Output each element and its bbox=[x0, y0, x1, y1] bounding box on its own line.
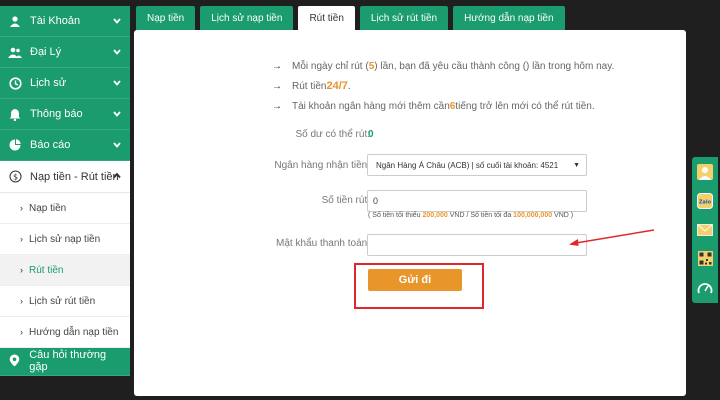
tab-bar: Nạp tiền Lịch sử nạp tiền Rút tiền Lịch … bbox=[136, 6, 570, 30]
chevron-down-icon bbox=[113, 49, 121, 55]
chevron-down-icon bbox=[113, 111, 121, 117]
sidebar-item-label: Câu hỏi thường gặp bbox=[29, 348, 107, 373]
sidebar: Tài Khoản Đại Lý Lịch sử Thông báo Báo c… bbox=[0, 6, 130, 376]
user-icon bbox=[8, 14, 22, 28]
notice-item: → Rút tiền 24/7. bbox=[272, 80, 351, 92]
bank-label: Ngân hàng nhận tiền: bbox=[274, 160, 370, 171]
submenu-item-deposit-guide[interactable]: › Hướng dẫn nạp tiền bbox=[0, 317, 130, 348]
chevron-right-icon: › bbox=[20, 234, 23, 244]
submenu-item-label: Lịch sử nạp tiền bbox=[29, 233, 101, 245]
submit-button[interactable]: Gửi đi bbox=[368, 269, 462, 291]
notice-item: → Mỗi ngày chỉ rút (5) lần, bạn đã yêu c… bbox=[272, 60, 615, 72]
zalo-icon[interactable]: Zalo bbox=[692, 186, 718, 215]
amount-label: Số tiền rút: bbox=[321, 195, 370, 206]
bank-select[interactable]: Ngân Hàng Á Châu (ACB) | số cuối tài kho… bbox=[367, 154, 587, 176]
sidebar-item-label: Báo cáo bbox=[30, 139, 71, 151]
users-icon bbox=[8, 45, 22, 59]
notice-list: → Mỗi ngày chỉ rút (5) lần, bạn đã yêu c… bbox=[272, 56, 692, 116]
submenu-item-deposit[interactable]: › Nạp tiền bbox=[0, 193, 130, 224]
arrow-right-icon: → bbox=[272, 100, 282, 112]
chevron-right-icon: › bbox=[20, 203, 23, 213]
location-pin-icon bbox=[8, 354, 21, 368]
sidebar-item-reports[interactable]: Báo cáo bbox=[0, 130, 130, 161]
amount-hint: ( Số tiền tối thiểu 200,000 VND / Số tiề… bbox=[368, 212, 574, 219]
bell-icon bbox=[8, 107, 22, 121]
history-icon bbox=[8, 76, 22, 90]
balance-value: 0 bbox=[368, 129, 374, 140]
caret-down-icon: ▼ bbox=[573, 162, 580, 169]
sidebar-item-notifications[interactable]: Thông báo bbox=[0, 99, 130, 130]
submenu-item-label: Rút tiền bbox=[29, 264, 64, 276]
sidebar-item-label: Lịch sử bbox=[30, 77, 67, 89]
sidebar-item-label: Thông báo bbox=[30, 108, 83, 120]
chevron-down-icon bbox=[113, 18, 121, 24]
bank-select-value: Ngân Hàng Á Châu (ACB) | số cuối tài kho… bbox=[376, 160, 559, 170]
qr-code-icon[interactable] bbox=[692, 244, 718, 273]
chevron-right-icon: › bbox=[20, 327, 23, 337]
tab-deposit[interactable]: Nạp tiền bbox=[136, 6, 196, 30]
sidebar-item-label: Đại Lý bbox=[30, 46, 62, 58]
sidebar-item-account[interactable]: Tài Khoản bbox=[0, 6, 130, 37]
submenu-item-label: Lịch sử rút tiền bbox=[29, 295, 96, 307]
submenu-item-label: Hướng dẫn nạp tiền bbox=[29, 326, 119, 338]
chevron-down-icon bbox=[113, 80, 121, 86]
dollar-icon: $ bbox=[8, 170, 22, 184]
chevron-right-icon: › bbox=[20, 296, 23, 306]
sidebar-submenu: › Nạp tiền › Lịch sử nạp tiền › Rút tiền › L… bbox=[0, 193, 130, 348]
chevron-down-icon bbox=[113, 142, 121, 148]
chevron-right-icon: › bbox=[20, 265, 23, 275]
sidebar-item-agency[interactable]: Đại Lý bbox=[0, 37, 130, 68]
tab-withdraw-history[interactable]: Lịch sử rút tiền bbox=[359, 6, 449, 30]
balance-label: Số dư có thể rút: bbox=[295, 129, 370, 140]
svg-text:Zalo: Zalo bbox=[699, 199, 712, 205]
sidebar-item-label: Tài Khoản bbox=[30, 15, 81, 27]
sidebar-item-faq[interactable]: Câu hỏi thường gặp bbox=[0, 346, 130, 376]
tab-deposit-history[interactable]: Lịch sử nạp tiền bbox=[200, 6, 294, 30]
mail-icon[interactable] bbox=[692, 215, 718, 244]
min-amount: 200,000 bbox=[422, 212, 448, 219]
submenu-item-label: Nạp tiền bbox=[29, 202, 67, 214]
max-amount: 100,000,000 bbox=[513, 212, 553, 219]
sidebar-item-history[interactable]: Lịch sử bbox=[0, 68, 130, 99]
sidebar-item-deposit-withdraw[interactable]: $ Nạp tiền - Rút tiền bbox=[0, 161, 130, 193]
annotation-arrow bbox=[569, 229, 655, 246]
payment-password-input[interactable] bbox=[367, 234, 587, 256]
notice-item: → Tài khoản ngân hàng mới thêm cần 6 tiế… bbox=[272, 100, 595, 112]
tab-deposit-guide[interactable]: Hướng dẫn nạp tiền bbox=[453, 6, 565, 30]
sidebar-item-label: Nạp tiền - Rút tiền bbox=[30, 170, 119, 183]
chevron-up-icon bbox=[113, 172, 121, 179]
submenu-item-deposit-history[interactable]: › Lịch sử nạp tiền bbox=[0, 224, 130, 255]
svg-text:$: $ bbox=[12, 172, 17, 181]
password-label: Mật khẩu thanh toán: bbox=[276, 238, 370, 249]
tab-withdraw[interactable]: Rút tiền bbox=[298, 6, 355, 30]
amount-input[interactable]: 0 bbox=[367, 190, 587, 212]
avatar-icon[interactable] bbox=[692, 157, 718, 186]
floating-contact-bar: Zalo bbox=[692, 157, 718, 303]
speedometer-icon[interactable] bbox=[692, 273, 718, 302]
arrow-right-icon: → bbox=[272, 60, 282, 72]
submenu-item-withdraw[interactable]: › Rút tiền bbox=[0, 255, 130, 286]
arrow-right-icon: → bbox=[272, 80, 282, 92]
pie-chart-icon bbox=[8, 138, 22, 152]
service-hours: 24/7 bbox=[326, 80, 348, 92]
submenu-item-withdraw-history[interactable]: › Lịch sử rút tiền bbox=[0, 286, 130, 317]
